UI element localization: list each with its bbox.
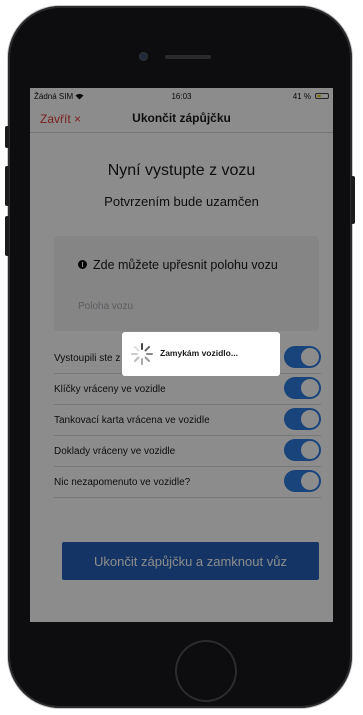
volume-up-button — [5, 166, 9, 206]
mute-switch — [5, 126, 9, 148]
loading-hud: Zamykám vozidlo... — [122, 332, 280, 376]
loading-overlay: Zamykám vozidlo... — [30, 88, 333, 622]
volume-down-button — [5, 216, 9, 256]
power-button — [351, 176, 355, 224]
front-camera — [140, 53, 147, 60]
earpiece-speaker — [165, 55, 211, 59]
app-screen: Žádná SIM 16:03 41 % Zavřít × Ukončit zá… — [30, 88, 333, 622]
home-button[interactable] — [175, 640, 237, 702]
spinner-icon — [131, 343, 153, 365]
loading-text: Zamykám vozidlo... — [160, 348, 238, 358]
